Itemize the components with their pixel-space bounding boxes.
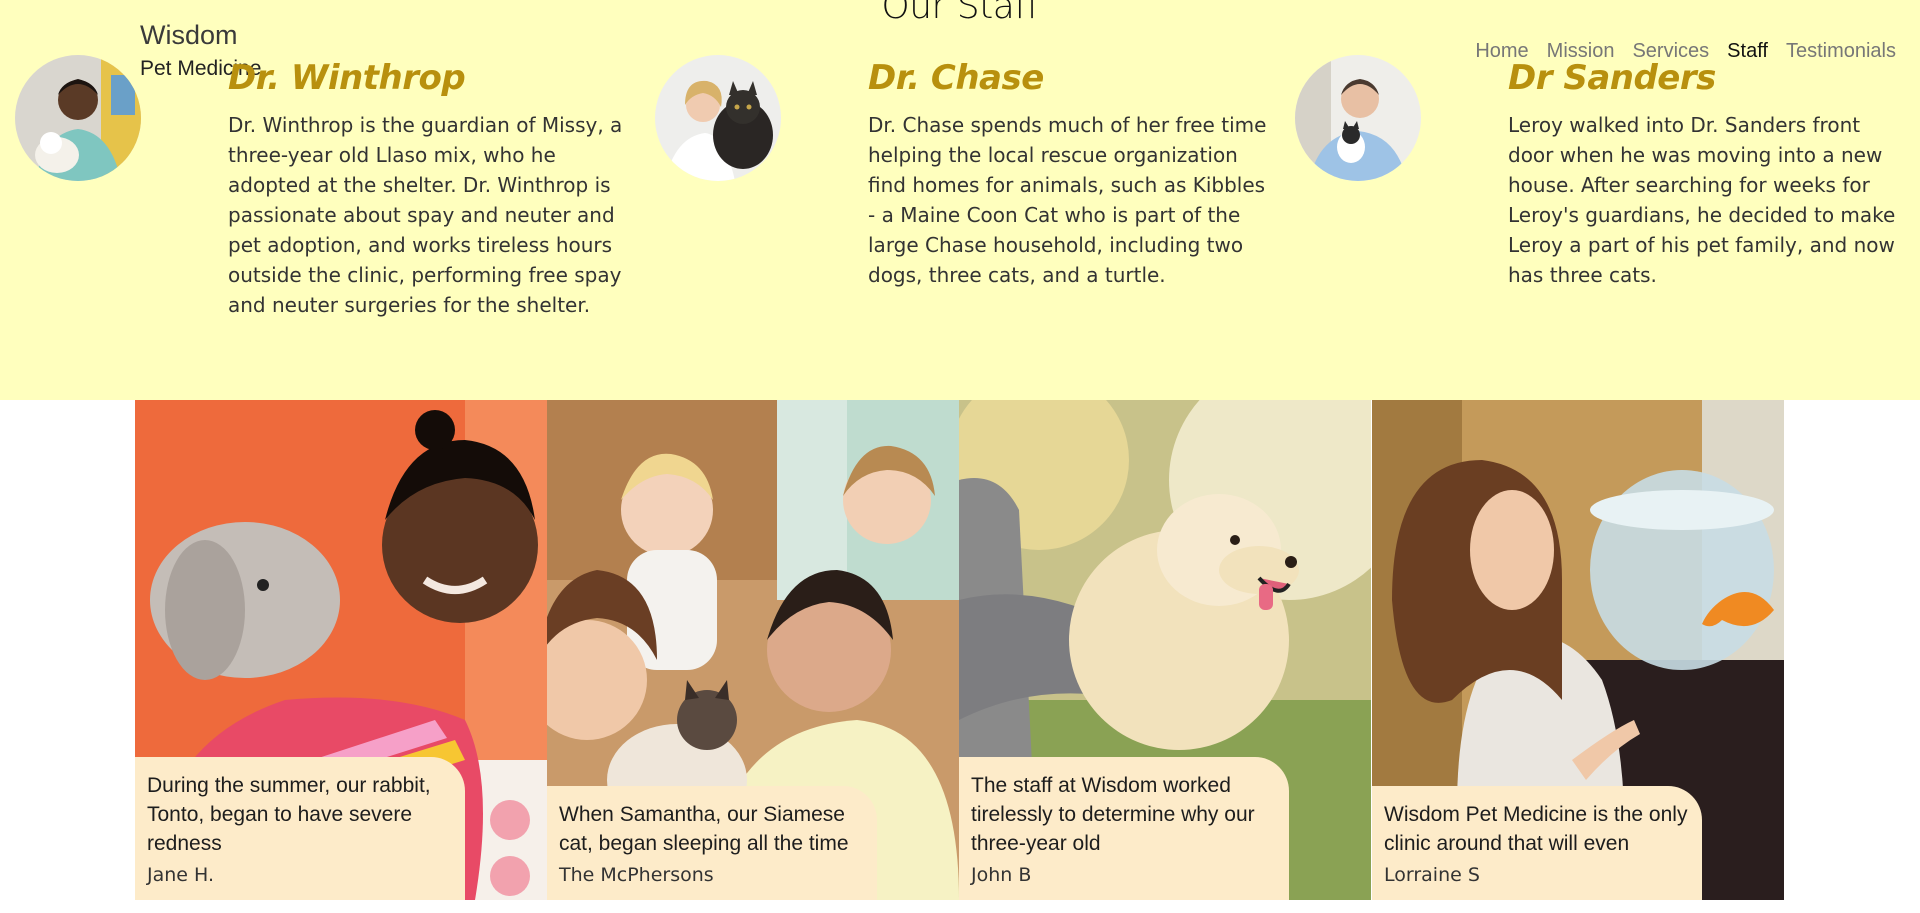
testimonial-quote: When Samantha, our Siamese cat, began sl…	[559, 803, 849, 855]
staff-name: Dr. Winthrop	[228, 58, 466, 98]
testimonial-quote: During the summer, our rabbit, Tonto, be…	[147, 774, 431, 855]
staff-name: Dr. Chase	[868, 58, 1044, 98]
staff-photo-winthrop	[15, 55, 141, 181]
testimonial-tile-1: During the summer, our rabbit, Tonto, be…	[135, 400, 547, 900]
testimonial-author: The McPhersons	[559, 864, 714, 886]
testimonial-author: Jane H.	[147, 864, 215, 886]
testimonial-card: Wisdom Pet Medicine is the only clinic a…	[1372, 786, 1702, 900]
testimonial-author: Lorraine S	[1384, 864, 1480, 886]
staff-photo-chase	[655, 55, 781, 181]
staff-name: Dr Sanders	[1508, 58, 1716, 98]
testimonial-tile-3: The staff at Wisdom worked tirelessly to…	[959, 400, 1371, 900]
staff-card-sanders: Dr Sanders Leroy walked into Dr. Sanders…	[1508, 58, 1908, 290]
brand-name: Wisdom	[140, 20, 238, 50]
staff-photo-sanders	[1295, 55, 1421, 181]
staff-bio: Dr. Winthrop is the guardian of Missy, a…	[228, 113, 623, 317]
staff-bio: Dr. Chase spends much of her free time h…	[868, 113, 1267, 287]
testimonial-card: The staff at Wisdom worked tirelessly to…	[959, 757, 1289, 900]
testimonial-tile-4: Wisdom Pet Medicine is the only clinic a…	[1372, 400, 1784, 900]
testimonial-quote: The staff at Wisdom worked tirelessly to…	[971, 774, 1255, 855]
staff-card-chase: Dr. Chase Dr. Chase spends much of her f…	[868, 58, 1268, 290]
testimonial-quote: Wisdom Pet Medicine is the only clinic a…	[1384, 803, 1688, 855]
testimonial-author: John B	[971, 864, 1032, 886]
testimonial-card: During the summer, our rabbit, Tonto, be…	[135, 757, 465, 900]
testimonial-tile-2: When Samantha, our Siamese cat, began sl…	[547, 400, 959, 900]
staff-card-winthrop: Dr. Winthrop Dr. Winthrop is the guardia…	[228, 58, 628, 320]
staff-bio: Leroy walked into Dr. Sanders front door…	[1508, 113, 1896, 287]
testimonial-card: When Samantha, our Siamese cat, began sl…	[547, 786, 877, 900]
section-title: Our Staff	[881, 0, 1039, 27]
